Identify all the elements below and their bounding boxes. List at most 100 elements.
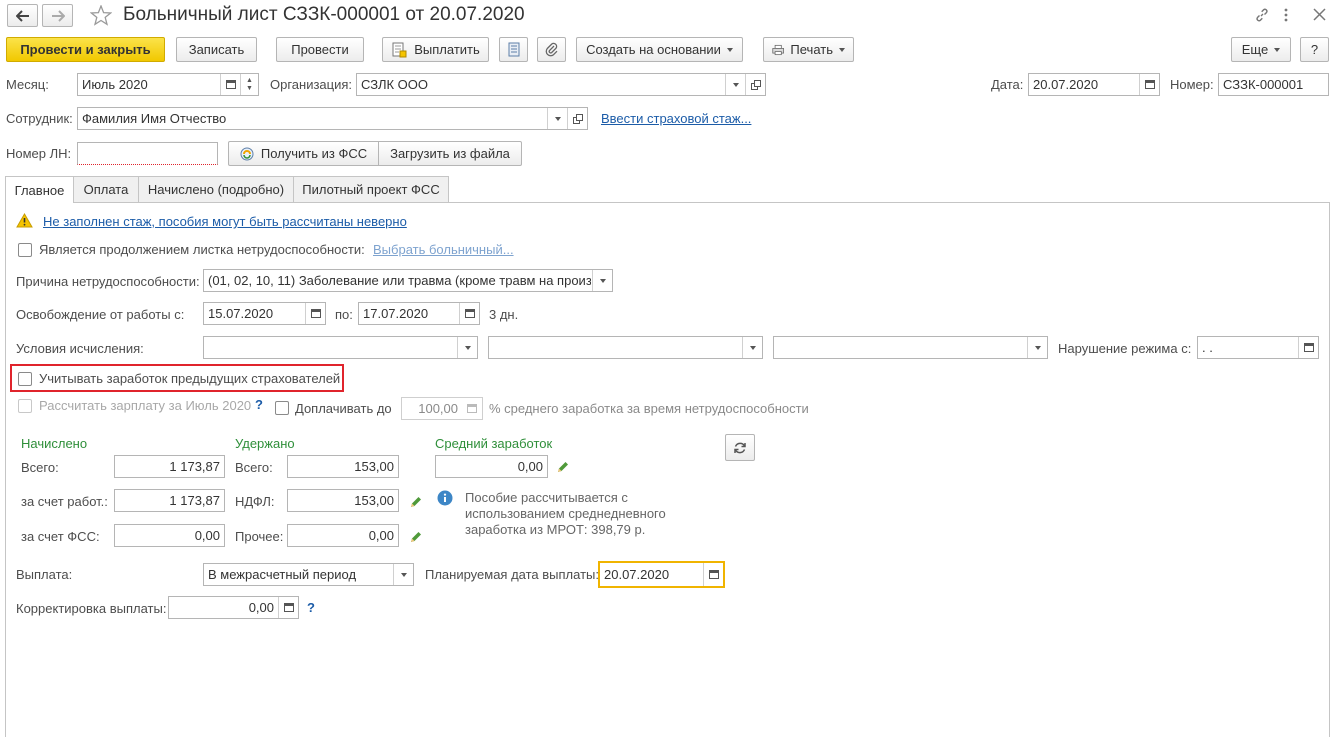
tab-accrued-detail[interactable]: Начислено (подробно)	[138, 176, 294, 202]
tab-payment[interactable]: Оплата	[73, 176, 139, 202]
employee-input[interactable]: Фамилия Имя Отчество	[77, 107, 588, 130]
avg-earnings-edit-pencil-icon[interactable]	[556, 460, 570, 474]
favorite-star-icon[interactable]	[90, 5, 112, 26]
insurance-experience-link[interactable]: Ввести страховой стаж...	[601, 111, 751, 126]
planned-date-calendar-button[interactable]	[703, 563, 723, 586]
calendar-icon	[708, 570, 719, 579]
post-and-close-button[interactable]: Провести и закрыть	[6, 37, 165, 62]
month-input[interactable]: Июль 2020 ▲ ▼	[77, 73, 259, 96]
month-spin-button[interactable]: ▲ ▼	[240, 74, 258, 95]
planned-date-value: 20.07.2020	[604, 567, 670, 582]
topup-input[interactable]: 100,00	[401, 397, 483, 420]
calc-condition-1-dropdown[interactable]	[457, 337, 477, 358]
save-button[interactable]: Записать	[176, 37, 257, 62]
date-calendar-button[interactable]	[1139, 74, 1159, 95]
more-button[interactable]: Еще	[1231, 37, 1291, 62]
calc-condition-3-dropdown[interactable]	[1027, 337, 1047, 358]
continuation-checkbox[interactable]	[18, 243, 32, 257]
help-button[interactable]: ?	[1300, 37, 1329, 62]
fss-logo-icon	[240, 147, 254, 160]
payout-value: В межрасчетный период	[208, 567, 357, 582]
fss-field[interactable]: 0,00	[114, 524, 225, 547]
employee-dropdown-button[interactable]	[547, 108, 567, 129]
chevron-down-icon	[599, 278, 606, 283]
violation-date-input[interactable]: . .	[1197, 336, 1319, 359]
calc-condition-2-select[interactable]	[488, 336, 763, 359]
accrued-total-field[interactable]: 1 173,87	[114, 455, 225, 478]
chevron-down-icon	[726, 47, 733, 52]
days-count: 3 дн.	[489, 307, 519, 322]
other-edit-pencil-icon[interactable]	[409, 530, 423, 544]
accrued-total-label: Всего:	[21, 460, 59, 475]
other-field[interactable]: 0,00	[287, 524, 399, 547]
link-icon[interactable]	[1254, 7, 1270, 23]
number-value: СЗЗК-000001	[1223, 77, 1304, 92]
ln-number-input[interactable]	[77, 142, 218, 165]
correction-calc-button[interactable]	[278, 597, 298, 618]
planned-date-label: Планируемая дата выплаты:	[425, 567, 599, 582]
organization-open-button[interactable]	[745, 74, 765, 95]
violation-calendar-button[interactable]	[1298, 337, 1318, 358]
chevron-down-icon	[839, 47, 845, 52]
create-based-on-button[interactable]: Создать на основании	[576, 37, 743, 62]
month-calendar-button[interactable]	[220, 74, 240, 95]
topup-checkbox[interactable]	[275, 401, 289, 415]
calc-condition-1-select[interactable]	[203, 336, 478, 359]
ln-number-label: Номер ЛН:	[6, 146, 72, 161]
correction-help[interactable]: ?	[307, 600, 315, 616]
tab-main[interactable]: Главное	[5, 176, 74, 203]
ndfl-edit-pencil-icon[interactable]	[409, 495, 423, 509]
refresh-button[interactable]	[725, 434, 755, 461]
payout-dropdown-button[interactable]	[393, 564, 413, 585]
organization-dropdown-button[interactable]	[725, 74, 745, 95]
get-from-fss-button[interactable]: Получить из ФСС	[228, 141, 379, 166]
release-to-calendar-button[interactable]	[459, 303, 479, 324]
chevron-down-icon	[400, 572, 407, 577]
release-from-label: Освобождение от работы с:	[16, 307, 185, 322]
more-menu-icon[interactable]	[1283, 7, 1289, 23]
calc-salary-help[interactable]: ?	[255, 397, 263, 413]
report-button[interactable]	[499, 37, 528, 62]
pay-button[interactable]: Выплатить	[382, 37, 489, 62]
correction-input[interactable]: 0,00	[168, 596, 299, 619]
forward-button[interactable]	[42, 4, 73, 27]
calendar-icon	[310, 309, 321, 318]
avg-earnings-field[interactable]: 0,00	[435, 455, 548, 478]
release-to-input[interactable]: 17.07.2020	[358, 302, 480, 325]
prev-insurers-checkbox[interactable]	[18, 372, 32, 386]
calc-condition-2-dropdown[interactable]	[742, 337, 762, 358]
planned-date-input[interactable]: 20.07.2020	[598, 561, 725, 588]
post-button[interactable]: Провести	[276, 37, 364, 62]
calendar-icon	[1144, 80, 1155, 89]
calc-salary-checkbox[interactable]	[18, 399, 32, 413]
back-button[interactable]	[7, 4, 38, 27]
close-icon[interactable]	[1313, 8, 1326, 21]
organization-input[interactable]: СЗЛК ООО	[356, 73, 766, 96]
ndfl-field[interactable]: 153,00	[287, 489, 399, 512]
employer-field[interactable]: 1 173,87	[114, 489, 225, 512]
accrued-header: Начислено	[21, 436, 88, 451]
calc-condition-3-select[interactable]	[773, 336, 1048, 359]
date-input[interactable]: 20.07.2020	[1028, 73, 1160, 96]
payout-select[interactable]: В межрасчетный период	[203, 563, 414, 586]
attach-button[interactable]	[537, 37, 566, 62]
info-icon	[437, 490, 453, 506]
withheld-total-field[interactable]: 153,00	[287, 455, 399, 478]
print-button[interactable]: Печать	[763, 37, 854, 62]
load-from-file-button[interactable]: Загрузить из файла	[378, 141, 522, 166]
payout-label: Выплата:	[16, 567, 73, 582]
employee-open-button[interactable]	[567, 108, 587, 129]
calc-conditions-label: Условия исчисления:	[16, 341, 144, 356]
release-from-input[interactable]: 15.07.2020	[203, 302, 326, 325]
release-from-calendar-button[interactable]	[305, 303, 325, 324]
choose-sick-leave-link[interactable]: Выбрать больничный...	[373, 242, 514, 257]
experience-warning-link[interactable]: Не заполнен стаж, пособия могут быть рас…	[43, 214, 407, 229]
reason-select[interactable]: (01, 02, 10, 11) Заболевание или травма …	[203, 269, 613, 292]
document-pay-icon	[392, 42, 407, 57]
topup-calc-button[interactable]	[462, 398, 482, 419]
warning-icon	[16, 213, 33, 228]
topup-value: 100,00	[418, 401, 458, 416]
reason-dropdown-button[interactable]	[592, 270, 612, 291]
number-input[interactable]: СЗЗК-000001	[1218, 73, 1329, 96]
tab-fss-pilot[interactable]: Пилотный проект ФСС	[293, 176, 449, 202]
